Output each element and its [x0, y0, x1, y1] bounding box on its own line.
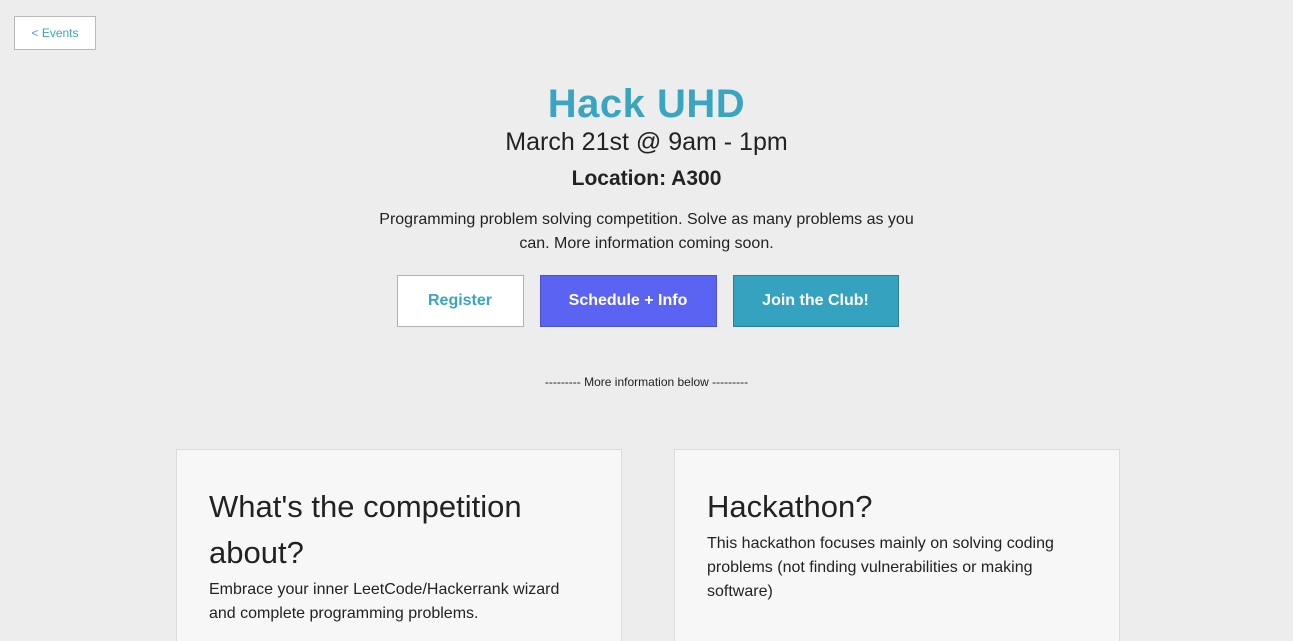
- event-page: < Events Hack UHD March 21st @ 9am - 1pm…: [0, 0, 1293, 641]
- hackathon-info-card: Hackathon? This hackathon focuses mainly…: [674, 449, 1120, 641]
- action-buttons: Register Schedule + Info Join the Club!: [2, 275, 1293, 327]
- event-header: Hack UHD March 21st @ 9am - 1pm Location…: [0, 80, 1293, 327]
- card-title: What's the competition about?: [209, 489, 522, 570]
- register-button[interactable]: Register: [396, 275, 524, 327]
- card-title: Hackathon?: [707, 489, 873, 524]
- join-club-button[interactable]: Join the Club!: [732, 275, 899, 327]
- competition-info-card: What's the competition about? Embrace yo…: [176, 449, 622, 641]
- back-to-events-button[interactable]: < Events: [14, 16, 96, 50]
- event-description: Programming problem solving competition.…: [379, 211, 914, 252]
- more-info-divider: --------- More information below -------…: [544, 375, 749, 389]
- event-title: Hack UHD: [547, 82, 746, 126]
- event-date: March 21st @ 9am - 1pm: [505, 128, 788, 156]
- card-text: This hackathon focuses mainly on solving…: [707, 535, 1054, 600]
- schedule-info-button[interactable]: Schedule + Info: [539, 275, 717, 327]
- event-location: Location: A300: [571, 167, 722, 190]
- card-text: Embrace your inner LeetCode/Hackerrank w…: [209, 581, 560, 622]
